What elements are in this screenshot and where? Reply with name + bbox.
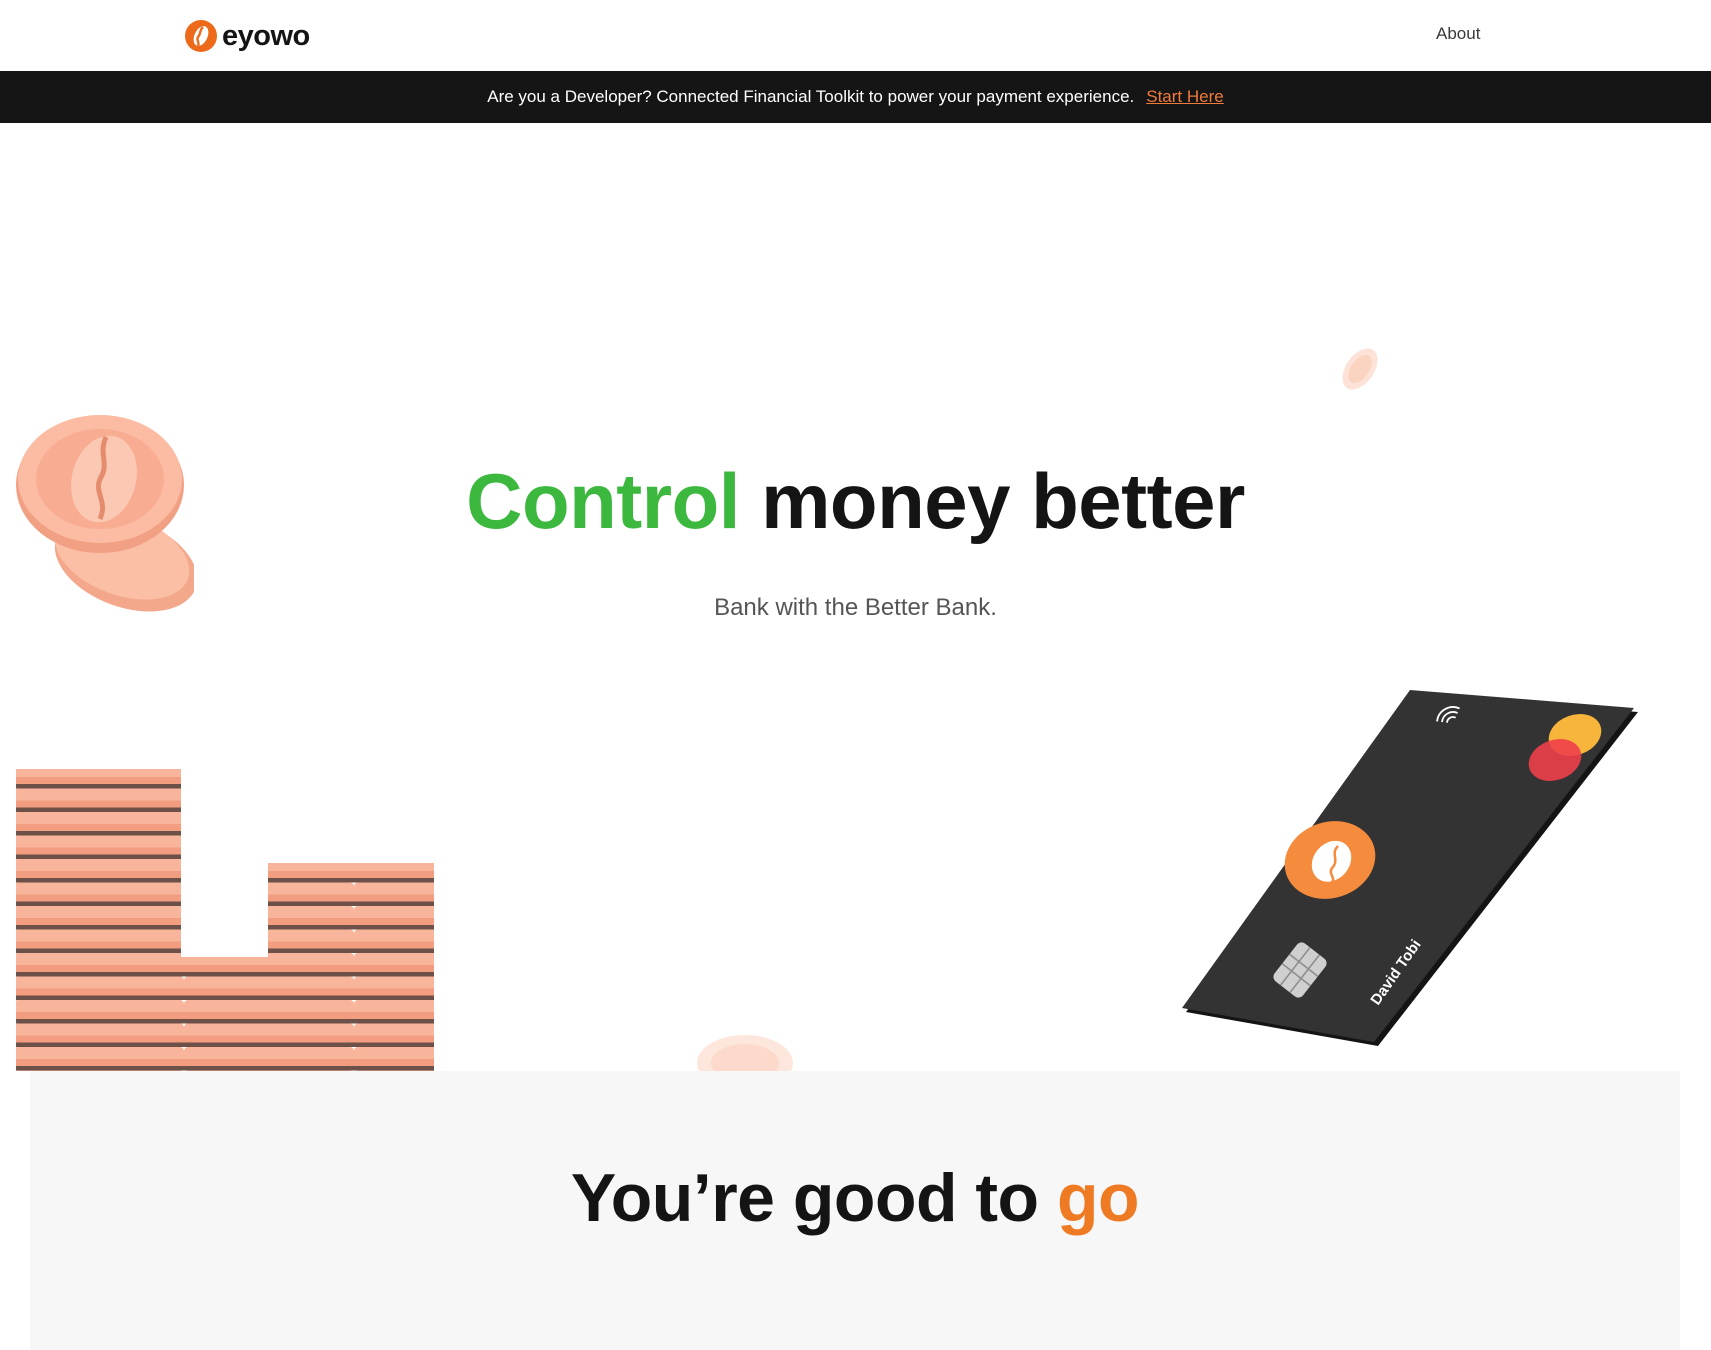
eyowo-logo[interactable]: eyowo <box>184 18 310 54</box>
coin-stacks-image <box>16 769 434 1071</box>
logo-wordmark: eyowo <box>222 19 310 52</box>
good-to-go-section: You’re good to go <box>30 1071 1680 1350</box>
floating-coin-small-image <box>1342 348 1378 390</box>
hero-title: Control money better <box>0 456 1711 546</box>
payment-card-image: David Tobi <box>1182 690 1638 1046</box>
start-here-link[interactable]: Start Here <box>1146 87 1223 107</box>
developer-banner-message: Are you a Developer? Connected Financial… <box>487 87 1135 106</box>
good-to-go-title-highlight: go <box>1057 1160 1140 1236</box>
floating-coin-faint-image <box>697 1035 793 1071</box>
eyowo-logo-icon <box>185 20 217 52</box>
hero-title-highlight: Control <box>466 457 740 545</box>
hero-subtitle: Bank with the Better Bank. <box>714 594 997 621</box>
developer-banner: Are you a Developer? Connected Financial… <box>0 71 1711 123</box>
good-to-go-title: You’re good to go <box>30 1159 1680 1237</box>
site-header: eyowo About <box>0 0 1711 71</box>
good-to-go-title-start: You’re good to <box>570 1160 1039 1236</box>
hero-title-rest: money better <box>761 457 1245 545</box>
nav-about-link[interactable]: About <box>1436 24 1480 44</box>
